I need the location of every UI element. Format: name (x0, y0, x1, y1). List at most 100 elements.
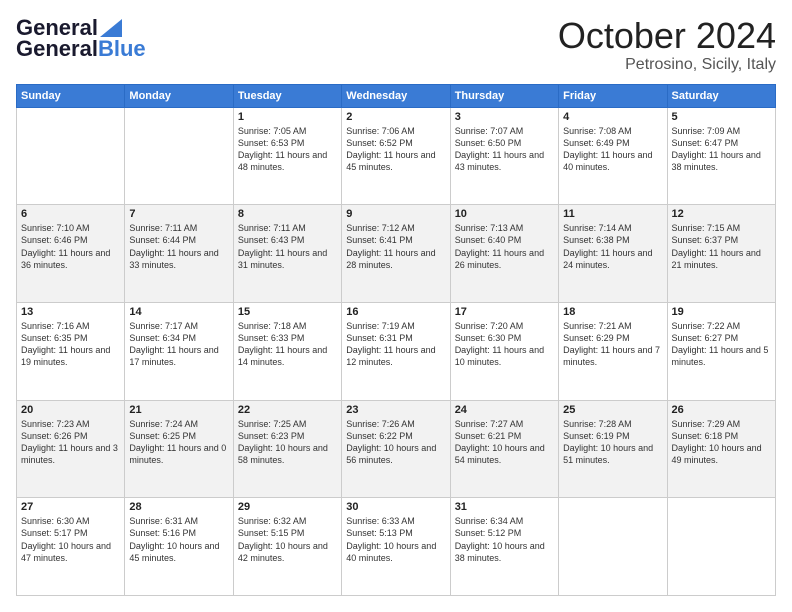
table-row: 19 Sunrise: 7:22 AMSunset: 6:27 PMDayligh… (667, 302, 775, 400)
table-row: 21 Sunrise: 7:24 AMSunset: 6:25 PMDayligh… (125, 400, 233, 498)
col-monday: Monday (125, 84, 233, 107)
cell-info: Sunrise: 7:18 AMSunset: 6:33 PMDaylight:… (238, 320, 337, 369)
table-row (667, 498, 775, 596)
calendar-week-row: 20Sunrise: 7:23 AMSunset: 6:26 PMDayligh… (17, 400, 776, 498)
table-row: 14Sunrise: 7:17 AMSunset: 6:34 PMDayligh… (125, 302, 233, 400)
cell-info: Sunrise: 7:28 AMSunset: 6:19 PMDaylight:… (563, 418, 662, 467)
cell-info: Sunrise: 7:20 AMSunset: 6:30 PMDaylight:… (455, 320, 554, 369)
cell-info: Sunrise: 7:22 AMSunset: 6:27 PMDaylight:… (672, 320, 771, 369)
cell-info: Sunrise: 7:11 AMSunset: 6:43 PMDaylight:… (238, 222, 337, 271)
table-row: 9 Sunrise: 7:12 AMSunset: 6:41 PMDaylight… (342, 205, 450, 303)
logo: General GeneralBlue (16, 16, 146, 62)
col-saturday: Saturday (667, 84, 775, 107)
header: General GeneralBlue October 2024 Petrosi… (16, 16, 776, 74)
logo-blue-text: Blue (98, 36, 146, 62)
day-number: 13 (21, 306, 120, 318)
day-number: 23 (346, 404, 445, 416)
calendar-week-row: 1Sunrise: 7:05 AMSunset: 6:53 PMDaylight… (17, 107, 776, 205)
day-number: 11 (563, 208, 662, 220)
day-number: 25 (563, 404, 662, 416)
table-row: 27Sunrise: 6:30 AMSunset: 5:17 PMDayligh… (17, 498, 125, 596)
location: Petrosino, Sicily, Italy (558, 56, 776, 74)
table-row: 30 Sunrise: 6:33 AMSunset: 5:13 PMDayligh… (342, 498, 450, 596)
cell-info: Sunrise: 6:31 AMSunset: 5:16 PMDaylight:… (129, 515, 228, 564)
col-sunday: Sunday (17, 84, 125, 107)
month-title: October 2024 (558, 16, 776, 56)
day-number: 3 (455, 111, 554, 123)
cell-info: Sunrise: 7:10 AMSunset: 6:46 PMDaylight:… (21, 222, 120, 271)
calendar-header-row: Sunday Monday Tuesday Wednesday Thursday… (17, 84, 776, 107)
cell-info: Sunrise: 7:26 AMSunset: 6:22 PMDaylight:… (346, 418, 445, 467)
cell-info: Sunrise: 7:12 AMSunset: 6:41 PMDaylight:… (346, 222, 445, 271)
table-row: 1Sunrise: 7:05 AMSunset: 6:53 PMDaylight… (233, 107, 341, 205)
logo-general-text: General (16, 36, 98, 62)
day-number: 15 (238, 306, 337, 318)
table-row: 18 Sunrise: 7:21 AMSunset: 6:29 PMDayligh… (559, 302, 667, 400)
calendar-week-row: 27Sunrise: 6:30 AMSunset: 5:17 PMDayligh… (17, 498, 776, 596)
day-number: 26 (672, 404, 771, 416)
cell-info: Sunrise: 7:06 AMSunset: 6:52 PMDaylight:… (346, 125, 445, 174)
day-number: 7 (129, 208, 228, 220)
cell-info: Sunrise: 7:25 AMSunset: 6:23 PMDaylight:… (238, 418, 337, 467)
day-number: 5 (672, 111, 771, 123)
day-number: 28 (129, 501, 228, 513)
table-row: 26Sunrise: 7:29 AMSunset: 6:18 PMDayligh… (667, 400, 775, 498)
day-number: 27 (21, 501, 120, 513)
page: General GeneralBlue October 2024 Petrosi… (0, 0, 792, 612)
calendar-table: Sunday Monday Tuesday Wednesday Thursday… (16, 84, 776, 596)
day-number: 21 (129, 404, 228, 416)
table-row: 29 Sunrise: 6:32 AMSunset: 5:15 PMDayligh… (233, 498, 341, 596)
col-friday: Friday (559, 84, 667, 107)
day-number: 10 (455, 208, 554, 220)
table-row: 4 Sunrise: 7:08 AMSunset: 6:49 PMDaylight… (559, 107, 667, 205)
cell-info: Sunrise: 7:19 AMSunset: 6:31 PMDaylight:… (346, 320, 445, 369)
day-number: 17 (455, 306, 554, 318)
day-number: 31 (455, 501, 554, 513)
day-number: 12 (672, 208, 771, 220)
title-block: October 2024 Petrosino, Sicily, Italy (558, 16, 776, 74)
day-number: 9 (346, 208, 445, 220)
day-number: 18 (563, 306, 662, 318)
cell-info: Sunrise: 7:23 AMSunset: 6:26 PMDaylight:… (21, 418, 120, 467)
day-number: 8 (238, 208, 337, 220)
table-row: 15 Sunrise: 7:18 AMSunset: 6:33 PMDayligh… (233, 302, 341, 400)
table-row: 10 Sunrise: 7:13 AMSunset: 6:40 PMDayligh… (450, 205, 558, 303)
cell-info: Sunrise: 7:21 AMSunset: 6:29 PMDaylight:… (563, 320, 662, 369)
cell-info: Sunrise: 7:16 AMSunset: 6:35 PMDaylight:… (21, 320, 120, 369)
calendar-week-row: 6 Sunrise: 7:10 AMSunset: 6:46 PMDaylight… (17, 205, 776, 303)
day-number: 30 (346, 501, 445, 513)
table-row: 22Sunrise: 7:25 AMSunset: 6:23 PMDayligh… (233, 400, 341, 498)
table-row: 25 Sunrise: 7:28 AMSunset: 6:19 PMDayligh… (559, 400, 667, 498)
cell-info: Sunrise: 6:34 AMSunset: 5:12 PMDaylight:… (455, 515, 554, 564)
logo-full: GeneralBlue (16, 36, 146, 62)
day-number: 16 (346, 306, 445, 318)
table-row: 2 Sunrise: 7:06 AMSunset: 6:52 PMDaylight… (342, 107, 450, 205)
table-row: 11 Sunrise: 7:14 AMSunset: 6:38 PMDayligh… (559, 205, 667, 303)
day-number: 4 (563, 111, 662, 123)
table-row: 5 Sunrise: 7:09 AMSunset: 6:47 PMDaylight… (667, 107, 775, 205)
table-row: 28 Sunrise: 6:31 AMSunset: 5:16 PMDayligh… (125, 498, 233, 596)
day-number: 6 (21, 208, 120, 220)
day-number: 19 (672, 306, 771, 318)
cell-info: Sunrise: 7:14 AMSunset: 6:38 PMDaylight:… (563, 222, 662, 271)
logo-icon (100, 19, 122, 37)
cell-info: Sunrise: 6:32 AMSunset: 5:15 PMDaylight:… (238, 515, 337, 564)
cell-info: Sunrise: 7:09 AMSunset: 6:47 PMDaylight:… (672, 125, 771, 174)
cell-info: Sunrise: 7:11 AMSunset: 6:44 PMDaylight:… (129, 222, 228, 271)
table-row: 7 Sunrise: 7:11 AMSunset: 6:44 PMDaylight… (125, 205, 233, 303)
table-row: 8 Sunrise: 7:11 AMSunset: 6:43 PMDaylight… (233, 205, 341, 303)
cell-info: Sunrise: 7:27 AMSunset: 6:21 PMDaylight:… (455, 418, 554, 467)
cell-info: Sunrise: 7:08 AMSunset: 6:49 PMDaylight:… (563, 125, 662, 174)
table-row (559, 498, 667, 596)
cell-info: Sunrise: 7:24 AMSunset: 6:25 PMDaylight:… (129, 418, 228, 467)
calendar-week-row: 13 Sunrise: 7:16 AMSunset: 6:35 PMDayligh… (17, 302, 776, 400)
table-row: 6 Sunrise: 7:10 AMSunset: 6:46 PMDaylight… (17, 205, 125, 303)
cell-info: Sunrise: 7:13 AMSunset: 6:40 PMDaylight:… (455, 222, 554, 271)
col-tuesday: Tuesday (233, 84, 341, 107)
cell-info: Sunrise: 6:33 AMSunset: 5:13 PMDaylight:… (346, 515, 445, 564)
day-number: 24 (455, 404, 554, 416)
table-row: 13 Sunrise: 7:16 AMSunset: 6:35 PMDayligh… (17, 302, 125, 400)
day-number: 2 (346, 111, 445, 123)
table-row: 20Sunrise: 7:23 AMSunset: 6:26 PMDayligh… (17, 400, 125, 498)
day-number: 29 (238, 501, 337, 513)
